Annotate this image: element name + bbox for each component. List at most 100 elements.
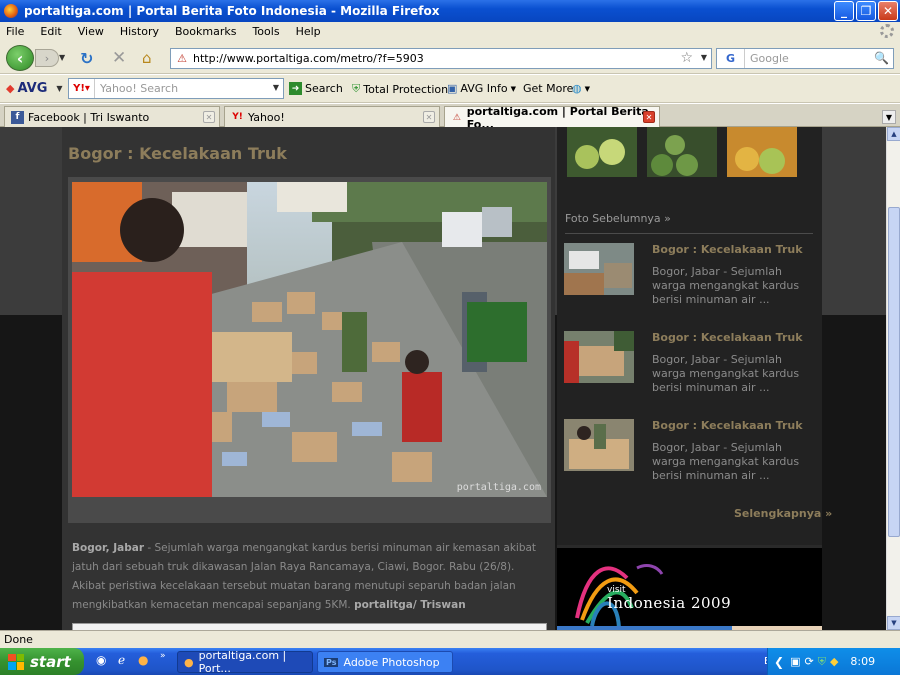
facebook-icon: f <box>11 110 24 124</box>
info-icon: ▣ <box>447 82 458 95</box>
search-placeholder: Google <box>750 52 789 65</box>
tab-facebook[interactable]: f Facebook | Tri Iswanto ✕ <box>4 106 220 127</box>
list-item[interactable]: Bogor : Kecelakaan Truk Bogor, Jabar - S… <box>564 243 814 318</box>
item-title[interactable]: Bogor : Kecelakaan Truk <box>652 419 803 432</box>
tab-portaltiga[interactable]: ⚠ portaltiga.com | Portal Berita Fo... ✕ <box>444 105 660 131</box>
tray-arrow-icon[interactable]: ❮ <box>774 655 784 669</box>
accident-photo-image <box>72 182 547 497</box>
photo-watermark: portaltiga.com <box>456 482 541 493</box>
yahoo-icon: Y!▾ <box>69 79 95 98</box>
menu-file[interactable]: File <box>6 25 24 38</box>
page-viewport: Bogor : Kecelakaan Truk portaltiga.com B… <box>0 127 886 630</box>
item-description: Bogor, Jabar - Sejumlah warga mengangkat… <box>652 265 800 306</box>
stop-icon[interactable]: ✕ <box>112 48 126 68</box>
home-icon[interactable]: ⌂ <box>142 49 152 67</box>
taskbar-firefox[interactable]: ● portaltiga.com | Port... <box>177 649 313 675</box>
caption-place: Bogor, Jabar <box>72 542 144 554</box>
item-thumbnail[interactable] <box>564 331 634 383</box>
menu-edit[interactable]: Edit <box>40 25 61 38</box>
avg-logo[interactable]: ◆ AVG ▼ <box>6 81 63 96</box>
avg-toolbar: ◆ AVG ▼ Y!▾ Yahoo! Search ▼ ➜ Search ⛨ T… <box>0 75 900 103</box>
avg-logo-icon: ◆ <box>6 82 15 95</box>
get-more-button[interactable]: Get More <box>523 82 573 95</box>
total-protection-button[interactable]: ⛨ Total Protection <box>352 82 448 96</box>
globe-icon: ◍ <box>572 82 582 95</box>
list-item[interactable]: Bogor : Kecelakaan Truk Bogor, Jabar - S… <box>564 331 814 406</box>
item-description: Bogor, Jabar - Sejumlah warga mengangkat… <box>652 441 800 482</box>
menu-view[interactable]: View <box>78 25 104 38</box>
window-title: portaltiga.com | Portal Berita Foto Indo… <box>24 4 440 18</box>
previous-photos-link[interactable]: Foto Sebelumnya » <box>565 212 671 225</box>
quicklaunch-expand-icon[interactable]: » <box>160 651 166 661</box>
scroll-up-icon[interactable]: ▲ <box>887 127 900 141</box>
tray-security-icon[interactable]: ◆ <box>830 655 838 668</box>
tab-close-icon[interactable]: ✕ <box>203 111 215 123</box>
firefox-quicklaunch-icon[interactable]: ● <box>138 653 148 667</box>
tray-network-icon[interactable]: ▣ <box>790 655 800 668</box>
banner-title: Indonesia 2009 <box>607 594 732 612</box>
scroll-down-icon[interactable]: ▼ <box>887 616 900 630</box>
item-title[interactable]: Bogor : Kecelakaan Truk <box>652 243 803 256</box>
main-photo[interactable]: portaltiga.com <box>72 182 547 497</box>
warning-tab-icon: ⚠ <box>452 112 461 123</box>
comment-box[interactable] <box>72 623 547 630</box>
throbber-icon <box>880 24 894 38</box>
maximize-button[interactable]: ❐ <box>856 1 876 21</box>
tab-yahoo[interactable]: Y! Yahoo! ✕ <box>224 106 440 127</box>
scroll-thumb[interactable] <box>888 207 900 537</box>
taskbar-photoshop[interactable]: Ps Adobe Photoshop <box>317 651 453 673</box>
vertical-scrollbar[interactable]: ▲ ▼ <box>886 127 900 630</box>
menu-tools[interactable]: Tools <box>252 25 279 38</box>
back-button[interactable]: ‹ <box>6 45 34 71</box>
menu-help[interactable]: Help <box>296 25 321 38</box>
title-bar: portaltiga.com | Portal Berita Foto Indo… <box>0 0 900 22</box>
start-button[interactable]: start <box>0 648 84 675</box>
firefox-icon <box>4 4 18 18</box>
avg-extra-dropdown-icon: ▼ <box>584 84 590 93</box>
list-item[interactable]: Bogor : Kecelakaan Truk Bogor, Jabar - S… <box>564 419 814 494</box>
tray-sync-icon[interactable]: ⟳ <box>804 655 813 668</box>
fruit-thumbnails-image <box>567 127 797 177</box>
article-caption: Bogor, Jabar - Sejumlah warga mengangkat… <box>72 539 550 615</box>
caption-credit: portalitga/ Triswan <box>354 599 466 611</box>
ie-quicklaunch-icon[interactable]: ℯ <box>118 653 125 667</box>
clock[interactable]: 8:09 <box>850 655 875 668</box>
avg-info-button[interactable]: ▣ AVG Info ▼ <box>447 82 516 95</box>
thumb-truck-image <box>564 243 634 295</box>
menu-history[interactable]: History <box>120 25 159 38</box>
minimize-button[interactable]: _ <box>834 1 854 21</box>
history-dropdown-icon[interactable]: ▼ <box>59 53 65 62</box>
avg-search-button[interactable]: ➜ Search <box>289 82 343 95</box>
avg-extra-button[interactable]: ◍ ▼ <box>572 82 590 95</box>
url-dropdown-icon[interactable]: ▼ <box>701 53 707 62</box>
url-bar[interactable]: ⚠ http://www.portaltiga.com/metro/?f=590… <box>170 48 712 69</box>
menu-bookmarks[interactable]: Bookmarks <box>175 25 236 38</box>
forward-button[interactable]: › <box>35 49 59 67</box>
fruit-thumbnail-strip[interactable] <box>567 127 799 177</box>
windows-logo-icon <box>8 653 24 670</box>
tab-close-icon[interactable]: ✕ <box>643 111 655 123</box>
visit-indonesia-logo <box>557 564 822 630</box>
search-box[interactable]: G Google 🔍 <box>716 48 894 69</box>
tab-close-icon[interactable]: ✕ <box>423 111 435 123</box>
tray-shield-icon[interactable]: ⛨ <box>818 655 826 669</box>
close-button[interactable]: ✕ <box>878 1 898 21</box>
messenger-quicklaunch-icon[interactable]: ◉ <box>96 653 106 667</box>
google-engine-icon[interactable]: G <box>717 49 745 68</box>
see-more-link[interactable]: Selengkapnya » <box>734 507 832 520</box>
bookmark-star-icon[interactable]: ☆ <box>680 50 693 66</box>
windows-taskbar: start ◉ ℯ ● » ● portaltiga.com | Port...… <box>0 648 900 675</box>
reload-icon[interactable]: ↻ <box>80 49 93 68</box>
status-text: Done <box>4 633 33 646</box>
url-text: http://www.portaltiga.com/metro/?f=5903 <box>193 52 424 65</box>
search-icon[interactable]: 🔍 <box>874 51 889 65</box>
menu-bar: File Edit View History Bookmarks Tools H… <box>0 22 900 41</box>
visit-indonesia-banner[interactable]: visit Indonesia 2009 <box>557 545 822 630</box>
avg-dropdown-icon[interactable]: ▼ <box>56 84 62 93</box>
yahoo-search-input[interactable]: Y!▾ Yahoo! Search ▼ <box>68 78 284 99</box>
item-thumbnail[interactable] <box>564 419 634 471</box>
item-title[interactable]: Bogor : Kecelakaan Truk <box>652 331 803 344</box>
item-thumbnail[interactable] <box>564 243 634 295</box>
yahoo-dropdown-icon[interactable]: ▼ <box>273 83 279 92</box>
all-tabs-dropdown-icon[interactable]: ▼ <box>882 110 896 124</box>
